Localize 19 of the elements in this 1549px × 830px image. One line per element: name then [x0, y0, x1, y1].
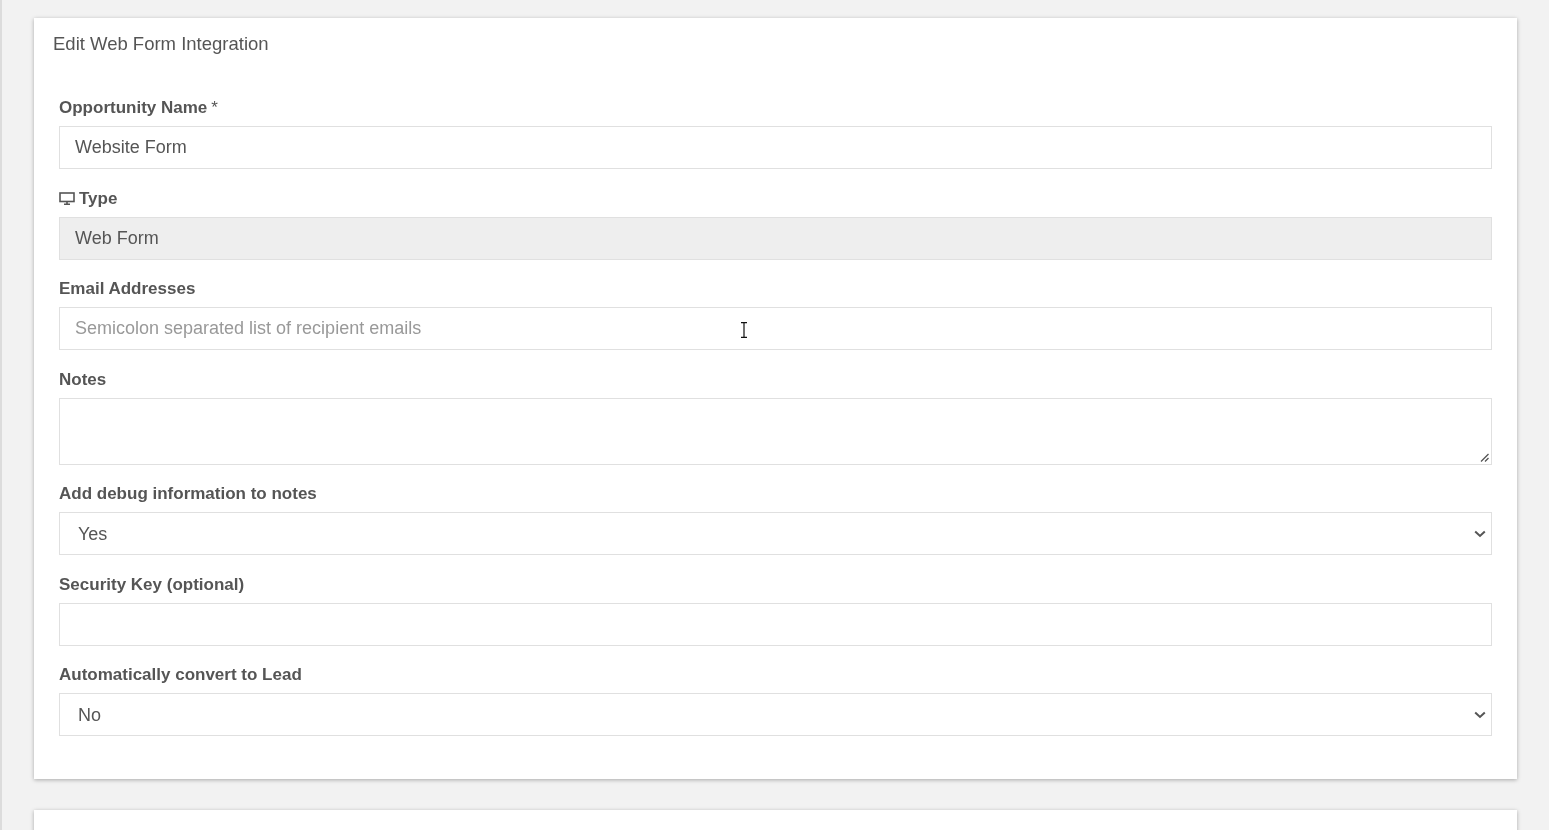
field-label: Email Addresses [59, 279, 196, 299]
chevron-down-icon [1474, 529, 1486, 538]
field-label: Add debug information to notes [59, 484, 317, 504]
text-input[interactable]: Website Form [59, 126, 1492, 169]
field-label: Opportunity Name [59, 98, 208, 118]
readonly-field: Web Form [59, 216, 1492, 260]
field-label: Security Key (optional) [59, 574, 245, 595]
field-label: Notes [59, 369, 107, 390]
card-title: Edit Web Form Integration [53, 34, 269, 54]
text-input[interactable]: Semicolon separated list of recipient emails [59, 307, 1492, 350]
required-mark: * [211, 98, 218, 118]
monitor-icon [59, 192, 75, 205]
select-field[interactable]: No [59, 693, 1492, 736]
field-label: Automatically convert to Lead [59, 665, 302, 685]
select-field[interactable]: Yes [59, 512, 1492, 555]
resize-grip-icon[interactable] [1480, 452, 1489, 462]
text-input[interactable] [59, 602, 1492, 646]
chevron-down-icon [1474, 710, 1486, 719]
field-label: Type [79, 188, 118, 209]
